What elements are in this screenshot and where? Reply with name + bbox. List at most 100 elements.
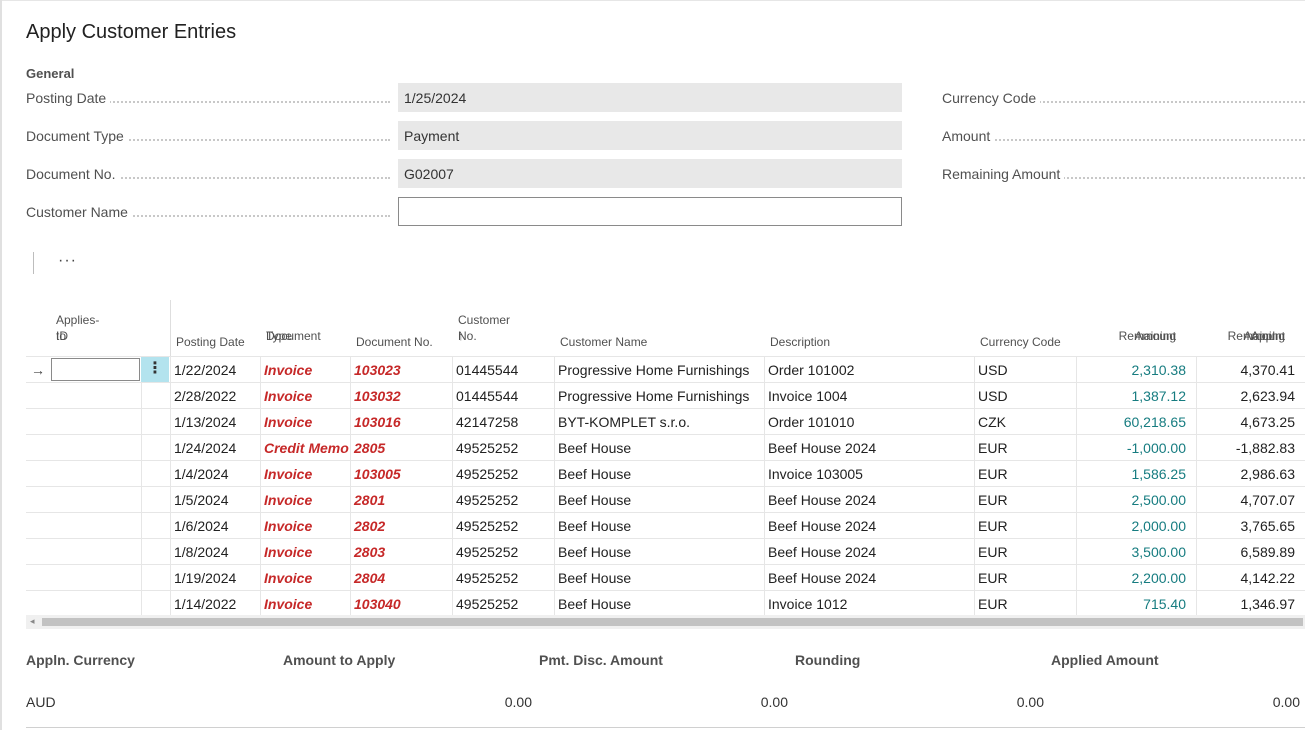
table-row[interactable]: 1/4/2024 Invoice 103005 49525252 Beef House I…: [26, 460, 1305, 487]
cell-row-action[interactable]: [141, 565, 170, 591]
cell-row-action[interactable]: [141, 435, 170, 461]
remaining-amount-label: Remaining Amount: [942, 166, 1305, 182]
table-row[interactable]: 1/13/2024 Invoice 103016 42147258 BYT-KOMPLE…: [26, 408, 1305, 435]
posting-date-field[interactable]: 1/25/2024: [398, 83, 902, 112]
cell-description: Invoice 103005: [764, 461, 974, 487]
cell-applies-to-id[interactable]: [50, 565, 141, 591]
cell-row-action[interactable]: [141, 409, 170, 435]
cell-remaining-amount: 2,200.00: [1076, 565, 1196, 591]
header-customer-name[interactable]: Customer Name: [560, 300, 760, 356]
table-row[interactable]: 1/8/2024 Invoice 2803 49525252 Beef House Bee…: [26, 538, 1305, 565]
cell-appln-remaining-amount: -1,882.83: [1196, 435, 1305, 461]
horizontal-scrollbar[interactable]: ◂: [26, 615, 1305, 629]
header-document-type[interactable]: Document Type: [266, 300, 351, 356]
header-customer-no[interactable]: Customer No. ↑: [458, 300, 553, 356]
cell-appln-remaining-amount: 2,623.94: [1196, 383, 1305, 409]
header-applies-to-id[interactable]: Applies-to ID: [56, 300, 166, 356]
cell-description: Beef House 2024: [764, 513, 974, 539]
cell-document-no[interactable]: 2805: [350, 435, 452, 461]
cell-customer-name: Beef House: [554, 591, 764, 617]
cell-customer-no: 01445544: [452, 357, 554, 383]
document-no-field[interactable]: G02007: [398, 159, 902, 188]
window-top-border: [0, 0, 1305, 1]
cell-document-type: Invoice: [260, 487, 350, 513]
cell-applies-to-id[interactable]: [50, 461, 141, 487]
amount-label: Amount: [942, 128, 1305, 144]
scroll-left-icon[interactable]: ◂: [30, 616, 35, 627]
table-row[interactable]: 1/5/2024 Invoice 2801 49525252 Beef House Bee…: [26, 486, 1305, 513]
cell-document-no[interactable]: 103016: [350, 409, 452, 435]
cell-row-action[interactable]: [141, 513, 170, 539]
cell-row-action[interactable]: [141, 487, 170, 513]
applies-to-id-input[interactable]: [51, 358, 140, 381]
document-type-field[interactable]: Payment: [398, 121, 902, 150]
header-currency-code[interactable]: Currency Code: [980, 300, 1075, 356]
cell-applies-to-id[interactable]: [50, 409, 141, 435]
cell-remaining-amount: 3,500.00: [1076, 539, 1196, 565]
cell-customer-name: Beef House: [554, 539, 764, 565]
header-remaining-amount[interactable]: Remaining Amount: [1076, 300, 1196, 356]
cell-document-type: Invoice: [260, 539, 350, 565]
pmt-disc-amount-label: Pmt. Disc. Amount: [539, 652, 663, 668]
cell-customer-name: Beef House: [554, 513, 764, 539]
cell-document-no[interactable]: 103032: [350, 383, 452, 409]
cell-row-action[interactable]: [141, 591, 170, 617]
cell-posting-date: 1/22/2024: [170, 357, 260, 383]
posting-date-label: Posting Date: [26, 90, 390, 106]
cell-appln-remaining-amount: 4,370.41: [1196, 357, 1305, 383]
cell-document-no[interactable]: 2803: [350, 539, 452, 565]
appln-currency-value: AUD: [26, 694, 56, 710]
table-row[interactable]: 1/6/2024 Invoice 2802 49525252 Beef House Bee…: [26, 512, 1305, 539]
cell-description: Beef House 2024: [764, 539, 974, 565]
row-actions-icon[interactable]: ⋮: [141, 357, 169, 382]
cell-applies-to-id[interactable]: [50, 591, 141, 617]
cell-applies-to-id[interactable]: [50, 513, 141, 539]
cell-document-no[interactable]: 103005: [350, 461, 452, 487]
table-row[interactable]: → 1/22/2024 Invoice 103023 01445544 Progressi…: [26, 356, 1305, 383]
cell-description: Invoice 1012: [764, 591, 974, 617]
table-row[interactable]: 2/28/2022 Invoice 103032 01445544 Progressiv…: [26, 382, 1305, 409]
cell-row-action[interactable]: [141, 539, 170, 565]
cell-applies-to-id[interactable]: [50, 383, 141, 409]
cell-customer-no: 49525252: [452, 435, 554, 461]
cell-row-action[interactable]: [141, 383, 170, 409]
customer-name-label: Customer Name: [26, 204, 390, 220]
header-document-no[interactable]: Document No.: [356, 300, 451, 356]
customer-name-input[interactable]: [398, 197, 902, 226]
cell-applies-to-id[interactable]: [50, 539, 141, 565]
cell-description: Beef House 2024: [764, 487, 974, 513]
cell-appln-remaining-amount: 4,142.22: [1196, 565, 1305, 591]
cell-document-no[interactable]: 103040: [350, 591, 452, 617]
cell-row-action[interactable]: [141, 461, 170, 487]
applied-amount-value: 0.00: [1272, 694, 1300, 710]
appln-currency-label: Appln. Currency: [26, 652, 135, 668]
cell-document-no[interactable]: 2801: [350, 487, 452, 513]
cell-document-no[interactable]: 2802: [350, 513, 452, 539]
header-appln-remaining-amount[interactable]: Appln. Remaining Amount: [1196, 300, 1305, 356]
cell-document-type: Invoice: [260, 591, 350, 617]
cell-document-type: Credit Memo: [260, 435, 350, 461]
cell-currency-code: EUR: [974, 565, 1076, 591]
pmt-disc-amount-value: 0.00: [760, 694, 788, 710]
cell-remaining-amount: 60,218.65: [1076, 409, 1196, 435]
table-row[interactable]: 1/14/2022 Invoice 103040 49525252 Beef House…: [26, 590, 1305, 617]
header-description[interactable]: Description: [770, 300, 970, 356]
cell-document-no[interactable]: 103023: [350, 357, 452, 383]
cell-remaining-amount: 2,500.00: [1076, 487, 1196, 513]
cell-applies-to-id[interactable]: [50, 435, 141, 461]
cell-document-no[interactable]: 2804: [350, 565, 452, 591]
header-posting-date[interactable]: Posting Date: [176, 300, 261, 356]
cell-customer-no: 49525252: [452, 461, 554, 487]
cell-customer-no: 49525252: [452, 565, 554, 591]
table-row[interactable]: 1/19/2024 Invoice 2804 49525252 Beef House Be…: [26, 564, 1305, 591]
cell-applies-to-id[interactable]: [50, 487, 141, 513]
cell-appln-remaining-amount: 6,589.89: [1196, 539, 1305, 565]
amount-to-apply-label: Amount to Apply: [283, 652, 396, 668]
selected-row-arrow-icon: →: [31, 362, 45, 378]
cell-remaining-amount: 2,310.38: [1076, 357, 1196, 383]
cell-description: Invoice 1004: [764, 383, 974, 409]
more-options-button[interactable]: ···: [58, 252, 77, 270]
scrollbar-thumb[interactable]: [42, 618, 1303, 626]
cell-customer-name: Beef House: [554, 487, 764, 513]
table-row[interactable]: 1/24/2024 Credit Memo 2805 49525252 Beef Hou…: [26, 434, 1305, 461]
